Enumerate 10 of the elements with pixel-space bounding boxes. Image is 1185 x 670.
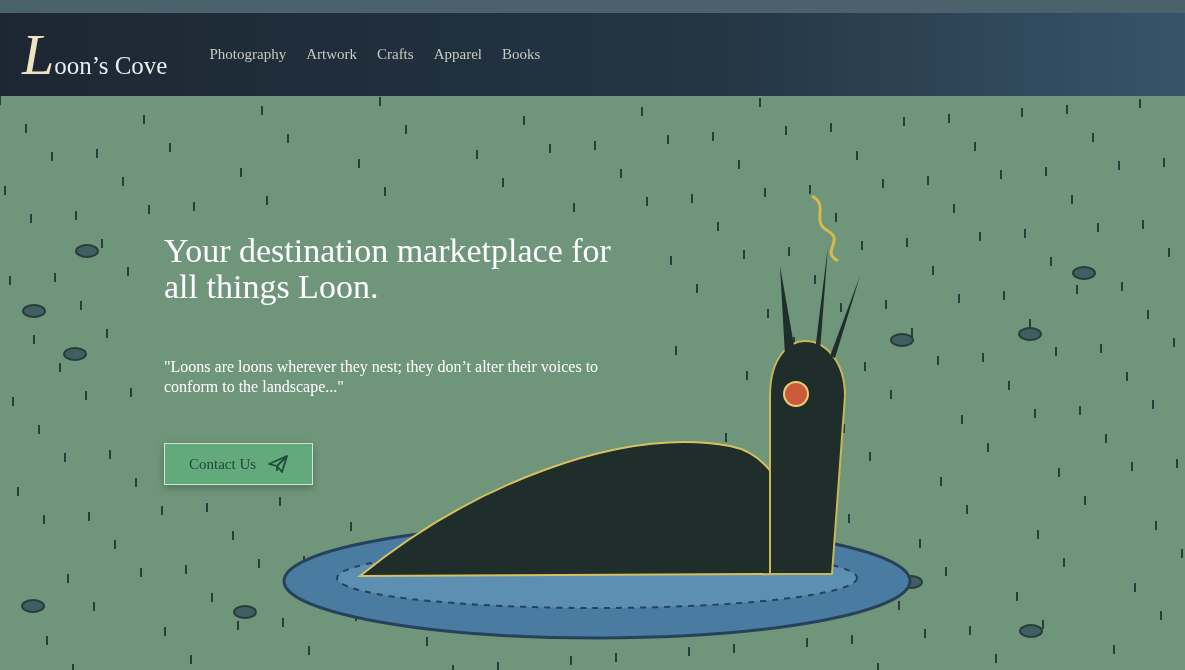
nav-link[interactable]: Photography [209, 46, 287, 63]
paper-plane-icon [268, 455, 289, 473]
hero-quote: "Loons are loons wherever they nest; they don’t alter their voices to conform to the landscape..." [164, 357, 600, 397]
logo[interactable]: Loon’s Cove [22, 21, 168, 88]
nav-link[interactable]: Artwork [306, 46, 357, 63]
contact-button[interactable]: Contact Us [164, 443, 314, 485]
nav-link[interactable]: Books [501, 46, 541, 63]
hero-headline: Your destination marketplace for all things Loon. [164, 233, 612, 305]
nav-link[interactable]: Crafts [376, 46, 414, 63]
nav-link[interactable]: Apparel [433, 46, 482, 63]
